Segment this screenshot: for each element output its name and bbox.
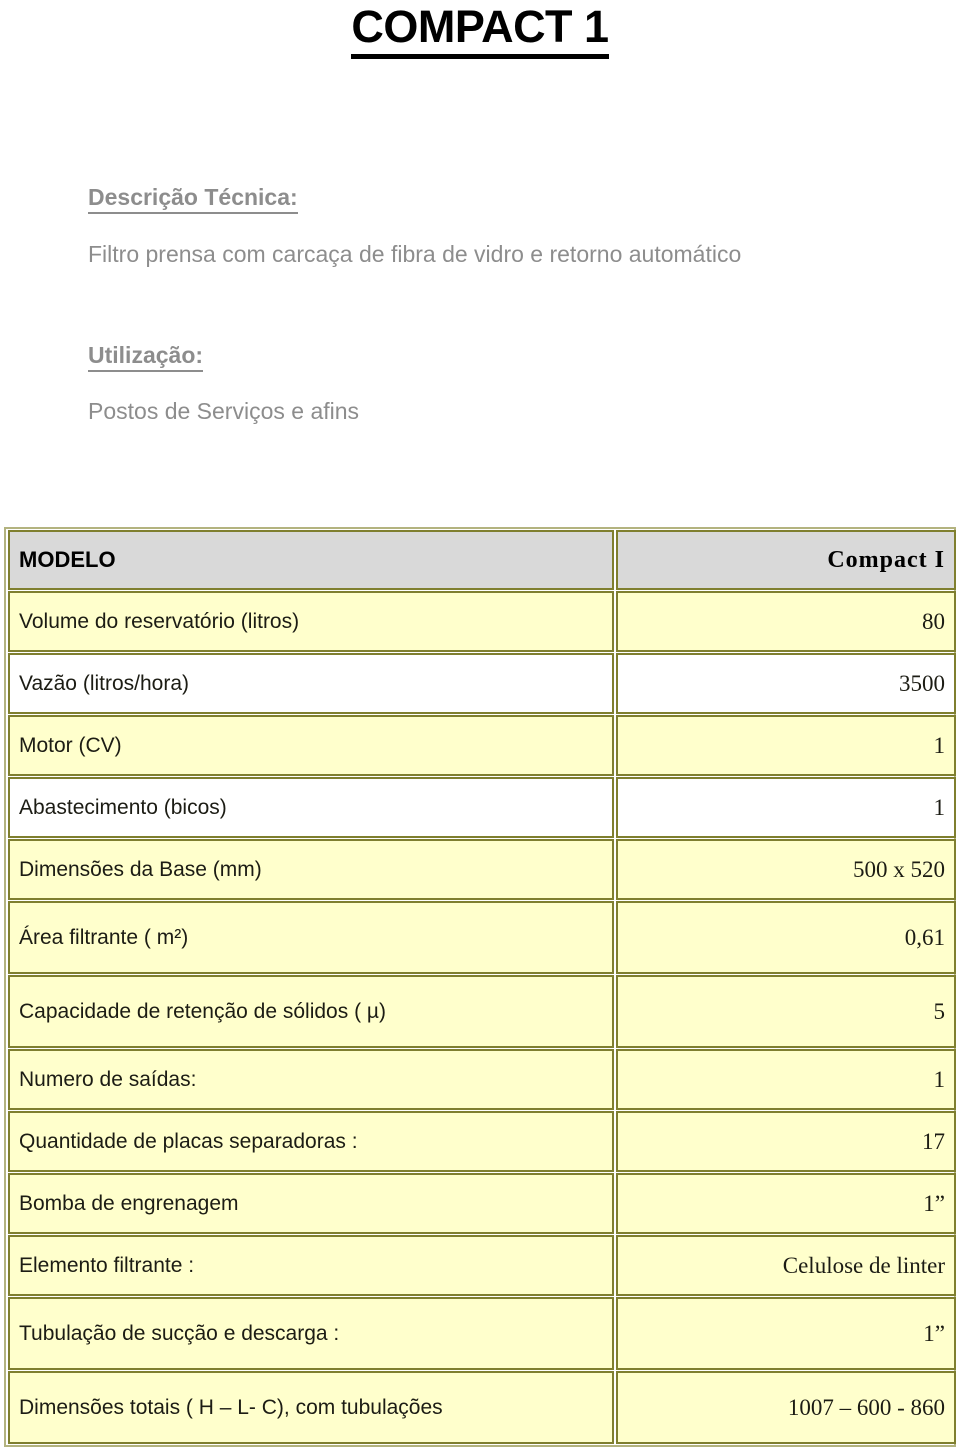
table-cell-value: 1 bbox=[616, 715, 956, 776]
table-row: Numero de saídas: 1 bbox=[8, 1049, 956, 1110]
table-row: Abastecimento (bicos) 1 bbox=[8, 777, 956, 838]
table-cell-value: Celulose de linter bbox=[616, 1235, 956, 1296]
table-cell-value: 1 bbox=[616, 1049, 956, 1110]
table-cell-value: 5 bbox=[616, 975, 956, 1048]
section-body-utilizacao: Postos de Serviços e afins bbox=[88, 398, 360, 424]
table-cell-value: 17 bbox=[616, 1111, 956, 1172]
table-cell-label: Motor (CV) bbox=[8, 715, 614, 776]
section-body-descricao-tecnica: Filtro prensa com carcaça de fibra de vi… bbox=[88, 241, 742, 267]
table-cell-label: Tubulação de sucção e descarga : bbox=[8, 1297, 614, 1370]
table-cell-value: 0,61 bbox=[616, 901, 956, 974]
table-header-label: MODELO bbox=[8, 530, 614, 590]
table-cell-value: 1007 – 600 - 860 bbox=[616, 1371, 956, 1444]
table-cell-label: Volume do reservatório (litros) bbox=[8, 591, 614, 652]
table-cell-label: Quantidade de placas separadoras : bbox=[8, 1111, 614, 1172]
section-heading-descricao-tecnica-text: Descrição Técnica: bbox=[88, 184, 298, 214]
spec-table-container: MODELO Compact I Volume do reservatório … bbox=[4, 527, 956, 1447]
table-row: Dimensões da Base (mm) 500 x 520 bbox=[8, 839, 956, 900]
table-row: Área filtrante ( m²) 0,61 bbox=[8, 901, 956, 974]
section-heading-utilizacao-text: Utilização: bbox=[88, 342, 204, 372]
section-heading-descricao-tecnica: Descrição Técnica: bbox=[88, 184, 298, 214]
table-cell-label: Área filtrante ( m²) bbox=[8, 901, 614, 974]
page-title-text: COMPACT 1 bbox=[351, 2, 609, 59]
table-cell-label: Elemento filtrante : bbox=[8, 1235, 614, 1296]
table-cell-value: 1” bbox=[616, 1297, 956, 1370]
table-header-row: MODELO Compact I bbox=[8, 530, 956, 590]
table-row: Motor (CV) 1 bbox=[8, 715, 956, 776]
table-row: Vazão (litros/hora) 3500 bbox=[8, 653, 956, 714]
table-cell-label: Abastecimento (bicos) bbox=[8, 777, 614, 838]
table-cell-value: 500 x 520 bbox=[616, 839, 956, 900]
table-cell-value: 1” bbox=[616, 1173, 956, 1234]
table-row: Elemento filtrante : Celulose de linter bbox=[8, 1235, 956, 1296]
table-row: Capacidade de retenção de sólidos ( µ) 5 bbox=[8, 975, 956, 1048]
section-heading-utilizacao: Utilização: bbox=[88, 342, 204, 372]
table-row: Tubulação de sucção e descarga :1” bbox=[8, 1297, 956, 1370]
table-cell-value: 3500 bbox=[616, 653, 956, 714]
table-cell-label: Vazão (litros/hora) bbox=[8, 653, 614, 714]
table-cell-label: Capacidade de retenção de sólidos ( µ) bbox=[8, 975, 614, 1048]
table-cell-value: 80 bbox=[616, 591, 956, 652]
table-row: Quantidade de placas separadoras :17 bbox=[8, 1111, 956, 1172]
table-cell-label: Dimensões totais ( H – L- C), com tubula… bbox=[8, 1371, 614, 1444]
table-cell-value: 1 bbox=[616, 777, 956, 838]
table-cell-label: Numero de saídas: bbox=[8, 1049, 614, 1110]
table-row: Volume do reservatório (litros) 80 bbox=[8, 591, 956, 652]
table-row: Bomba de engrenagem 1” bbox=[8, 1173, 956, 1234]
table-row: Dimensões totais ( H – L- C), com tubula… bbox=[8, 1371, 956, 1444]
page-title: COMPACT 1 bbox=[0, 2, 960, 59]
table-header-value: Compact I bbox=[616, 530, 956, 590]
spec-table: MODELO Compact I Volume do reservatório … bbox=[6, 529, 958, 1445]
table-cell-label: Dimensões da Base (mm) bbox=[8, 839, 614, 900]
table-cell-label: Bomba de engrenagem bbox=[8, 1173, 614, 1234]
